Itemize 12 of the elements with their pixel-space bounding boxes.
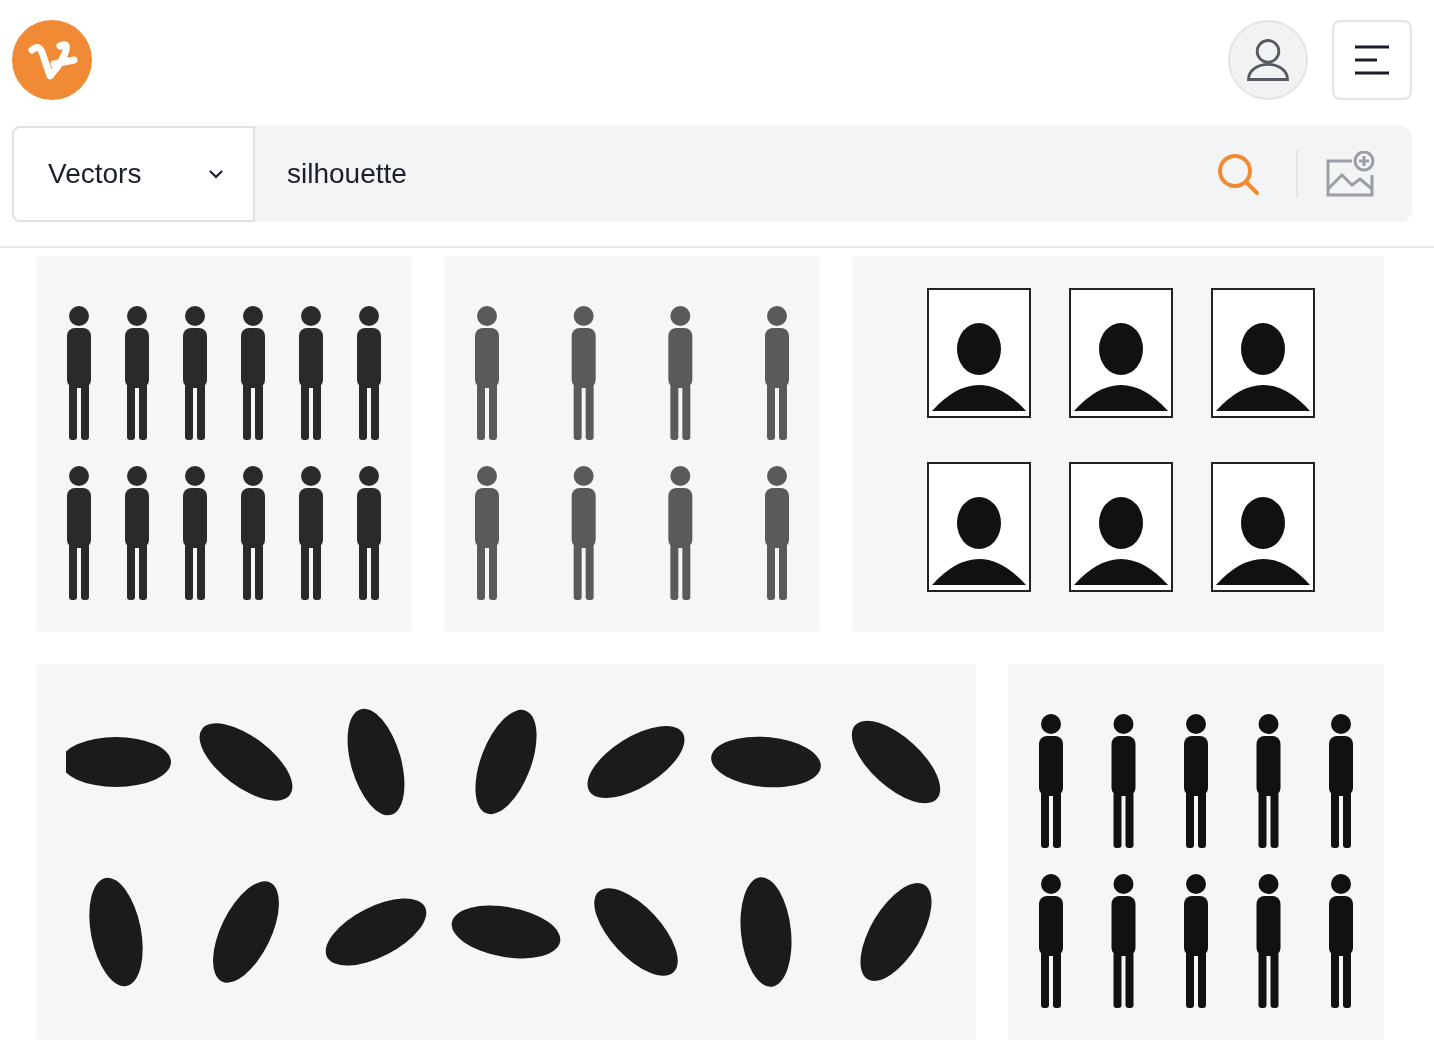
image-thumbnail[interactable] [1008,664,1384,1040]
image-thumbnail[interactable] [852,256,1384,632]
chevron-down-icon [209,169,223,179]
search-input[interactable]: silhouette [255,126,1216,222]
image-thumbnail[interactable] [36,664,976,1040]
category-dropdown[interactable]: Vectors [12,126,255,222]
image-thumbnail[interactable] [36,256,412,632]
image-thumbnail[interactable] [444,256,820,632]
search-icon [1216,152,1260,196]
image-plus-icon [1326,151,1376,197]
menu-button[interactable] [1332,20,1412,100]
menu-icon [1355,45,1389,75]
